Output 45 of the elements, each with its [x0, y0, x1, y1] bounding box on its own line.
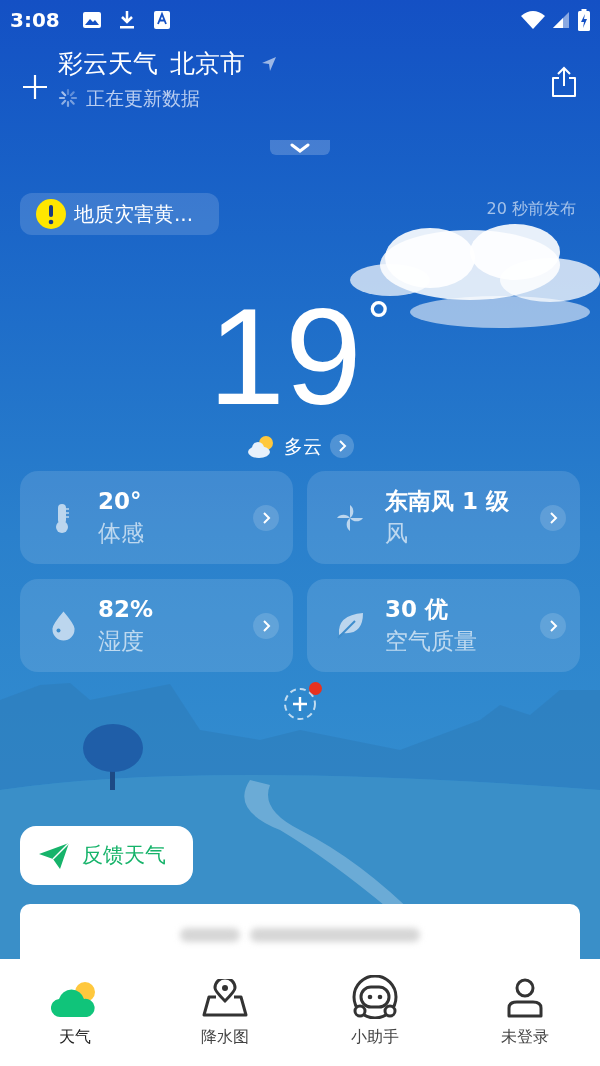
publish-time: 20 秒前发布	[486, 198, 576, 220]
map-pin-icon	[201, 979, 249, 1019]
weather-detail-card[interactable]: 30 优 空气质量	[307, 579, 580, 672]
chevron-right-icon	[540, 612, 566, 639]
download-icon	[117, 10, 136, 30]
weather-detail-card[interactable]: 82% 湿度	[20, 579, 293, 672]
update-status: 正在更新数据	[86, 86, 200, 111]
chevron-right-icon	[540, 504, 566, 531]
temperature: 19	[208, 291, 362, 421]
expand-button[interactable]	[270, 140, 330, 155]
image-icon	[81, 11, 102, 29]
degree-unit: °	[365, 291, 392, 351]
spinner-icon	[58, 88, 78, 109]
battery-icon	[578, 9, 590, 31]
water-drop-icon	[51, 610, 75, 641]
clock: 3:08	[10, 7, 60, 34]
thermometer-icon	[56, 502, 70, 533]
chevron-right-icon	[330, 434, 354, 458]
city-name: 北京市	[170, 48, 245, 80]
paper-plane-icon	[38, 841, 70, 870]
share-icon[interactable]	[550, 66, 578, 98]
nav-tab[interactable]: 小助手	[300, 975, 450, 1066]
chevron-right-icon	[253, 504, 279, 531]
weather-detail-card[interactable]: 20° 体感	[20, 471, 293, 564]
chevron-down-icon	[289, 142, 311, 153]
weather-detail-card[interactable]: 东南风 1 级 风	[307, 471, 580, 564]
tree-drawing	[83, 724, 143, 790]
add-icon	[282, 686, 318, 722]
alert-button[interactable]: 地质灾害黄...	[20, 193, 220, 235]
condition-button[interactable]: 多云	[284, 431, 354, 461]
pinwheel-icon	[336, 503, 364, 532]
nav-tab[interactable]: 未登录	[450, 975, 600, 1066]
nav-tab[interactable]: 天气	[0, 975, 150, 1066]
text-icon	[153, 11, 170, 29]
wifi-icon	[520, 10, 546, 30]
nav-tab[interactable]: 降水图	[150, 975, 300, 1066]
chevron-right-icon	[253, 612, 279, 639]
leaf-icon	[336, 612, 364, 639]
add-icon[interactable]	[22, 74, 48, 100]
feedback-button[interactable]: 反馈天气	[20, 826, 193, 885]
robot-face-icon	[351, 975, 399, 1019]
app-title: 彩云天气	[58, 48, 158, 80]
location-arrow-icon	[261, 56, 277, 72]
warning-icon	[36, 199, 66, 229]
signal-icon	[552, 11, 570, 29]
